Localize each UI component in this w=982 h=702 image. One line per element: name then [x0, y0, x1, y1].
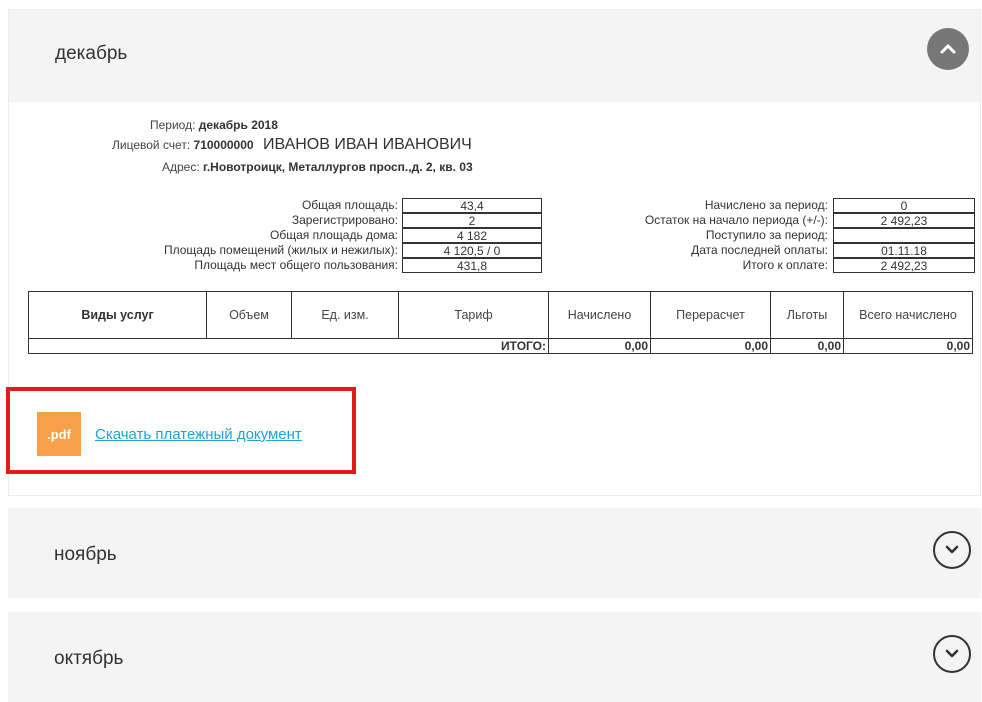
column-header: Всего начислено [843, 291, 973, 339]
expand-button[interactable] [933, 531, 971, 569]
accordion-section-october[interactable]: октябрь [8, 612, 981, 702]
account-line: Лицевой счет: 710000000 ИВАНОВ ИВАН ИВАН… [112, 136, 472, 154]
info-value: 2 492,23 [833, 258, 975, 273]
download-document-link[interactable]: Скачать платежный документ [95, 426, 302, 443]
address-label: Адрес: [162, 160, 200, 174]
info-row: Дата последней оплаты: [0, 243, 828, 257]
column-header: Льготы [770, 291, 844, 339]
total-cell: 0,00 [650, 338, 771, 354]
period-label: Период: [150, 118, 196, 132]
pdf-icon[interactable]: .pdf [37, 412, 81, 456]
info-label: Остаток на начало периода (+/-): [644, 213, 828, 227]
owner-name: ИВАНОВ ИВАН ИВАНОВИЧ [262, 136, 472, 153]
chevron-up-icon [940, 44, 956, 54]
address-value: г.Новотроицк, Металлургов просп.,д. 2, к… [203, 160, 473, 174]
table-header-row: Виды услуг Объем Ед. изм. Тариф Начислен… [28, 291, 973, 339]
info-value: 2 492,23 [833, 213, 975, 228]
collapse-button[interactable] [927, 28, 969, 70]
section-title: ноябрь [54, 544, 117, 565]
table-total-row: ИТОГО: 0,00 0,00 0,00 0,00 [28, 338, 973, 354]
info-row: Начислено за период: [0, 198, 828, 212]
info-label: Начислено за период: [704, 198, 828, 212]
accordion-header-december[interactable]: декабрь [9, 10, 980, 102]
column-header: Начислено [548, 291, 651, 339]
total-cell: 0,00 [548, 338, 651, 354]
section-title: октябрь [54, 648, 124, 669]
expand-button[interactable] [933, 635, 971, 673]
total-cell: 0,00 [843, 338, 973, 354]
services-table: Виды услуг Объем Ед. изм. Тариф Начислен… [28, 291, 973, 354]
total-label: ИТОГО: [28, 338, 549, 354]
period-value: декабрь 2018 [198, 118, 278, 132]
info-row: Остаток на начало периода (+/-): [0, 213, 828, 227]
account-value: 710000000 [193, 138, 254, 152]
period-line: Период: декабрь 2018 [150, 118, 278, 132]
column-header: Перерасчет [650, 291, 771, 339]
column-header: Тариф [398, 291, 549, 339]
info-label: Итого к оплате: [742, 258, 828, 272]
chevron-down-icon [945, 649, 959, 658]
address-line: Адрес: г.Новотроицк, Металлургов просп.,… [162, 160, 473, 174]
info-label: Дата последней оплаты: [691, 243, 828, 257]
info-value: 0 [833, 198, 975, 213]
total-cell: 0,00 [770, 338, 844, 354]
chevron-down-icon [945, 545, 959, 554]
accordion-section-november[interactable]: ноябрь [8, 508, 981, 598]
info-row: Итого к оплате: [0, 258, 828, 272]
info-label: Поступило за период: [705, 228, 828, 242]
info-value [833, 228, 975, 243]
column-header: Объем [206, 291, 292, 339]
column-header: Ед. изм. [291, 291, 399, 339]
section-title: декабрь [55, 43, 128, 64]
column-header: Виды услуг [28, 291, 207, 339]
info-value: 01.11.18 [833, 243, 975, 258]
info-row: Поступило за период: [0, 228, 828, 242]
account-label: Лицевой счет: [112, 138, 191, 152]
